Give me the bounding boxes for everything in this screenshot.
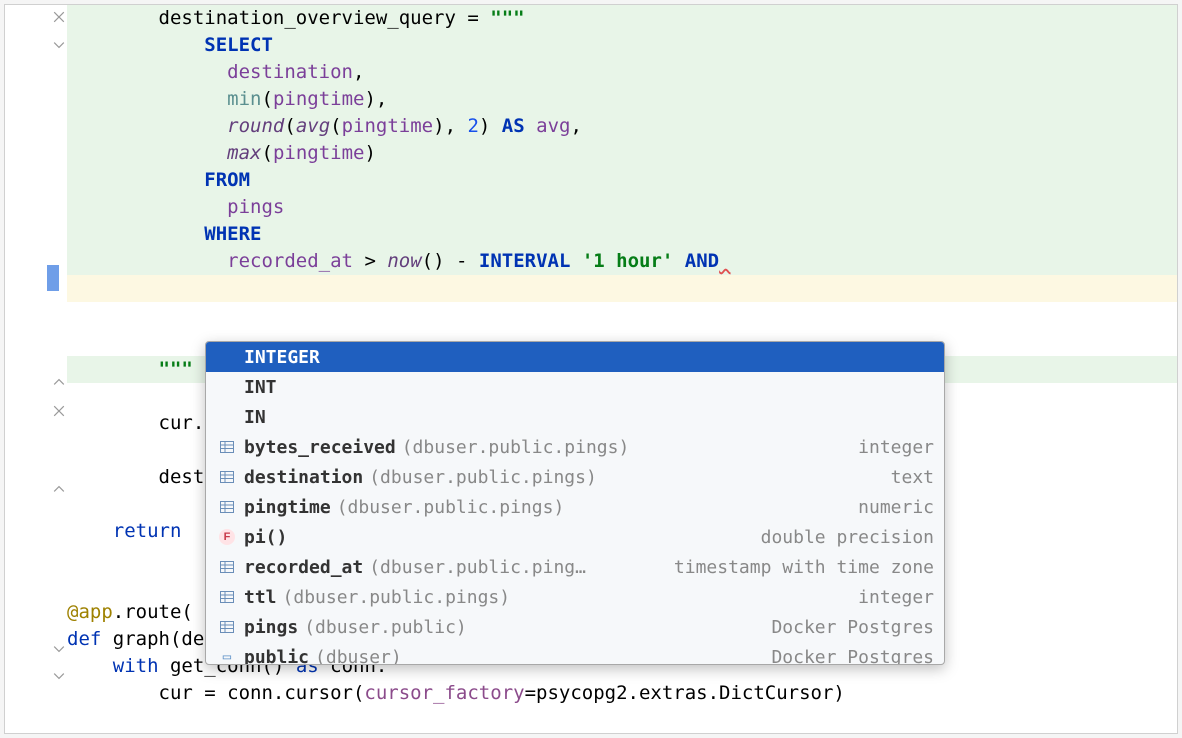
fold-mark-icon[interactable] [53, 670, 65, 682]
completion-item[interactable]: ttl (dbuser.public.pings)integer [206, 582, 944, 612]
completion-item[interactable]: ▭public (dbuser)Docker Postgres [206, 642, 944, 665]
code-line[interactable]: SELECT [67, 32, 1177, 59]
completion-item[interactable]: pings (dbuser.public)Docker Postgres [206, 612, 944, 642]
table-icon [216, 619, 238, 635]
gutter [5, 5, 65, 733]
completion-item[interactable]: INTEGER [206, 342, 944, 372]
code-line[interactable]: max(pingtime) [67, 140, 1177, 167]
code-line[interactable]: cur = conn.cursor(cursor_factory=psycopg… [67, 680, 1177, 707]
fold-mark-icon[interactable] [53, 483, 65, 495]
code-line[interactable]: WHERE [67, 221, 1177, 248]
fold-mark-icon[interactable] [53, 376, 65, 388]
completion-item[interactable]: bytes_received (dbuser.public.pings)inte… [206, 432, 944, 462]
fold-mark-icon[interactable] [53, 11, 65, 23]
completion-item[interactable]: recorded_at (dbuser.public.ping…timestam… [206, 552, 944, 582]
table-icon [216, 559, 238, 575]
code-line[interactable]: FROM [67, 167, 1177, 194]
editor-frame: destination_overview_query = """ SELECT … [4, 4, 1178, 734]
code-line[interactable]: round(avg(pingtime), 2) AS avg, [67, 113, 1177, 140]
completion-popup[interactable]: INTEGERINTINbytes_received (dbuser.publi… [205, 341, 945, 665]
code-line[interactable]: recorded_at > now() - INTERVAL '1 hour' … [67, 248, 1177, 275]
fold-mark-icon[interactable] [53, 643, 65, 655]
code-line[interactable]: destination, [67, 59, 1177, 86]
change-marker[interactable] [47, 265, 59, 291]
completion-item[interactable]: Fpi()double precision [206, 522, 944, 552]
completion-item[interactable]: IN [206, 402, 944, 432]
code-line-caret[interactable] [67, 275, 1177, 302]
schema-icon: ▭ [216, 649, 238, 665]
completion-item[interactable]: destination (dbuser.public.pings)text [206, 462, 944, 492]
fold-mark-icon[interactable] [53, 405, 65, 417]
code-line[interactable]: destination_overview_query = """ [67, 5, 1177, 32]
code-line[interactable] [67, 302, 1177, 329]
function-icon: F [216, 529, 238, 545]
table-icon [216, 469, 238, 485]
completion-item[interactable]: pingtime (dbuser.public.pings)numeric [206, 492, 944, 522]
code-line[interactable]: pings [67, 194, 1177, 221]
table-icon [216, 589, 238, 605]
table-icon [216, 499, 238, 515]
fold-mark-icon[interactable] [53, 39, 65, 51]
completion-item[interactable]: INT [206, 372, 944, 402]
table-icon [216, 439, 238, 455]
code-line[interactable]: min(pingtime), [67, 86, 1177, 113]
